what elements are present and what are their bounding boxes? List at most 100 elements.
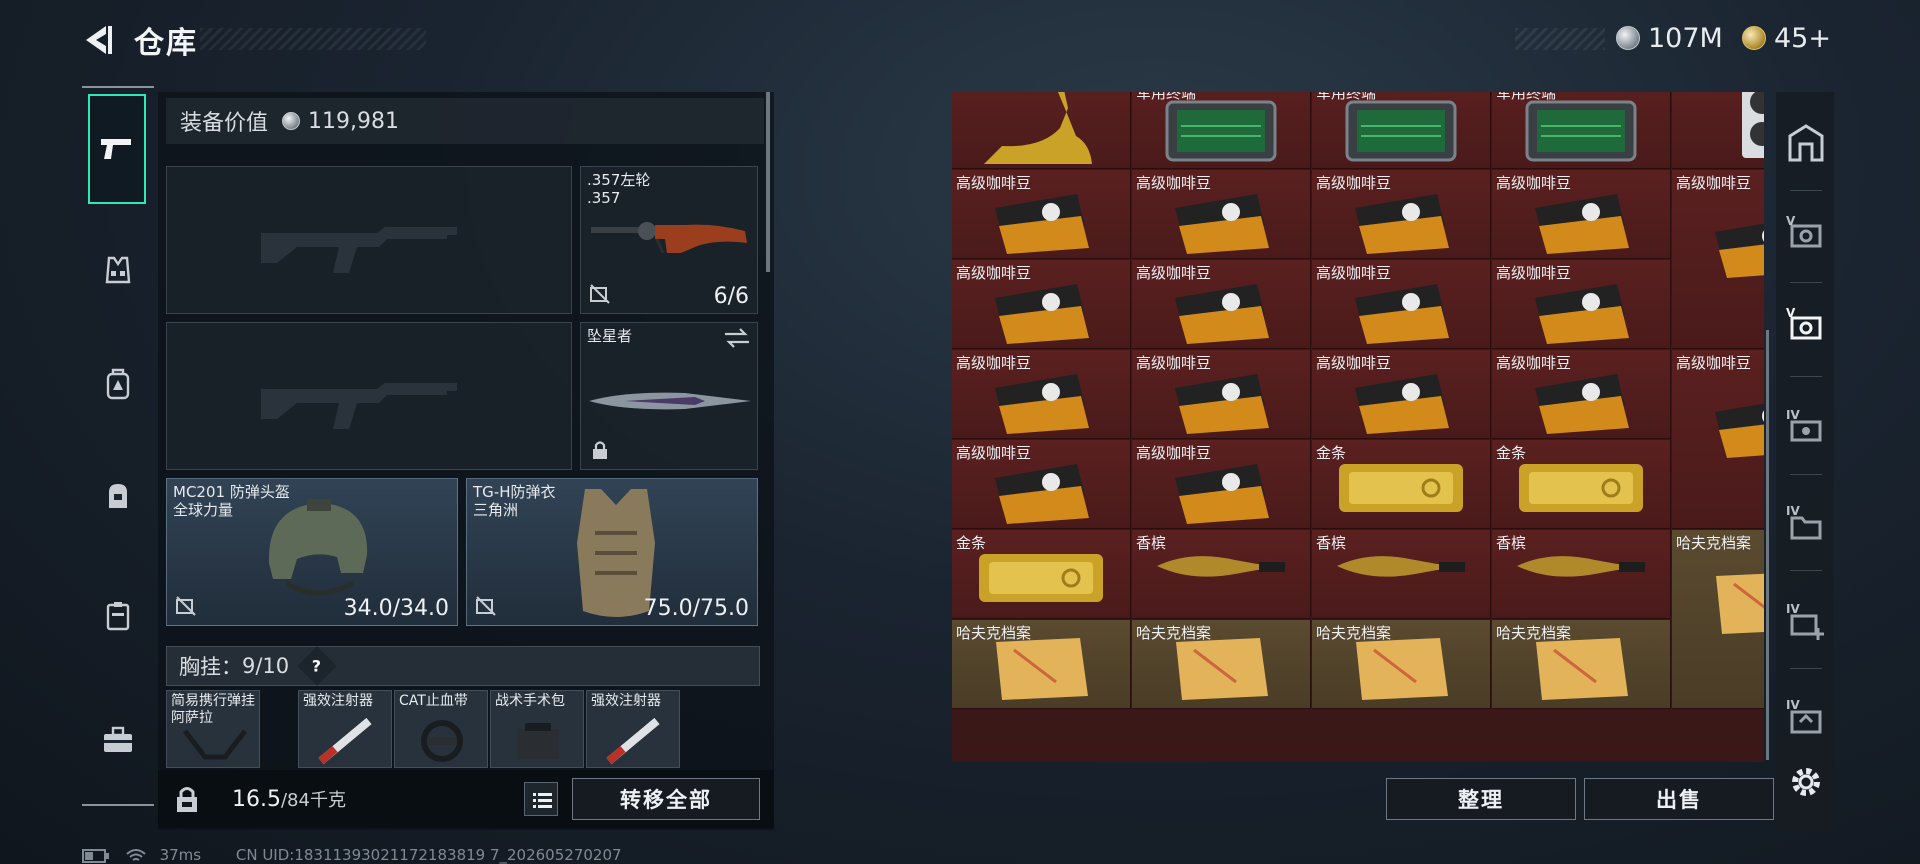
- military-terminal-image: [1165, 100, 1277, 162]
- storage-item[interactable]: 高级咖啡豆: [1132, 440, 1311, 529]
- surgical-kit-image: [517, 723, 559, 759]
- tab-backpack[interactable]: [88, 354, 148, 414]
- item-image: [1132, 96, 1310, 166]
- storage-item[interactable]: [1672, 92, 1764, 169]
- storage-item[interactable]: 香槟: [1492, 530, 1671, 619]
- primary-weapon-slot-1[interactable]: [166, 166, 572, 314]
- weight-max: /84千克: [280, 790, 346, 811]
- item-image: [1492, 366, 1670, 436]
- storage-item[interactable]: 高级咖啡豆: [1492, 170, 1671, 259]
- storage-item[interactable]: 高级咖啡豆: [1672, 170, 1764, 349]
- sidearm-ammo-count: 6/6: [713, 284, 749, 309]
- storage-tier-label: IV: [1786, 602, 1800, 616]
- item-image: [952, 186, 1130, 256]
- storage-item[interactable]: [952, 92, 1131, 169]
- storage-item[interactable]: 哈夫克档案: [1312, 620, 1491, 709]
- storage-item[interactable]: 哈夫克档案: [952, 620, 1131, 709]
- storage-item[interactable]: 高级咖啡豆: [1132, 260, 1311, 349]
- storage-item[interactable]: 金条: [952, 530, 1131, 619]
- item-image: [1312, 456, 1490, 520]
- storage-item[interactable]: 金条: [1492, 440, 1671, 529]
- storage-item[interactable]: 高级咖啡豆: [1492, 260, 1671, 349]
- storage-item[interactable]: 高级咖啡豆: [952, 260, 1131, 349]
- storage-tab-iv-3[interactable]: IV: [1786, 602, 1826, 642]
- storage-item[interactable]: 香槟: [1132, 530, 1311, 619]
- sidearm-slot[interactable]: .357左轮 .357 6/6: [580, 166, 758, 314]
- silver-coin-icon: [282, 112, 301, 130]
- vest-slot-item[interactable]: CAT止血带: [394, 690, 488, 768]
- storage-item[interactable]: 哈夫克档案: [1132, 620, 1311, 709]
- transfer-all-button[interactable]: 转移全部: [572, 778, 760, 820]
- sidearm-name: .357左轮 .357: [587, 171, 650, 207]
- storage-tab-iv-2[interactable]: IV: [1786, 504, 1826, 544]
- coffee-beans-bag-image: [995, 284, 1089, 344]
- syringe-image: [318, 717, 372, 765]
- tab-case[interactable]: [88, 586, 148, 646]
- list-icon: [533, 793, 552, 808]
- gold-currency: 45+: [1742, 20, 1831, 56]
- storage-item[interactable]: 哈夫克档案: [1492, 620, 1671, 709]
- throwing-knife-image: [589, 392, 751, 410]
- storage-item[interactable]: 金条: [1312, 440, 1491, 529]
- equipment-value: 119,981: [308, 108, 399, 134]
- helmet-durability: 34.0/34.0: [343, 596, 449, 621]
- silver-amount: 107M: [1648, 22, 1723, 54]
- storage-item[interactable]: 哈夫克档案: [1672, 530, 1764, 709]
- storage-tab-v-1[interactable]: V: [1786, 214, 1826, 254]
- storage-item[interactable]: 高级咖啡豆: [1132, 350, 1311, 439]
- storage-tab-v-2-active[interactable]: V: [1786, 306, 1826, 346]
- storage-item[interactable]: 高级咖啡豆: [1312, 350, 1491, 439]
- storage-item[interactable]: 高级咖啡豆: [1132, 170, 1311, 259]
- coffee-beans-bag-image: [1535, 374, 1629, 434]
- item-image: [1132, 186, 1310, 256]
- helmet-slot[interactable]: MC201 防弹头盔 全球力量 34.0/34.0: [166, 478, 458, 626]
- storage-item[interactable]: 高级咖啡豆: [1312, 170, 1491, 259]
- storage-item[interactable]: 军用终端: [1132, 92, 1311, 169]
- equipment-scrollbar[interactable]: [766, 92, 770, 272]
- settings-gear-icon[interactable]: [1786, 762, 1826, 802]
- armor-name: TG-H防弹衣 三角洲: [473, 483, 555, 519]
- storage-home-icon[interactable]: [1786, 122, 1826, 162]
- storage-item[interactable]: 高级咖啡豆: [952, 350, 1131, 439]
- storage-item[interactable]: 高级咖啡豆: [1312, 260, 1491, 349]
- storage-tier-label: V: [1786, 306, 1796, 320]
- back-button[interactable]: [78, 20, 118, 60]
- chest-rig-item[interactable]: 简易携行弹挂 阿萨拉: [166, 690, 260, 768]
- storage-item[interactable]: 军用终端: [1312, 92, 1491, 169]
- title-decoration: [200, 28, 426, 50]
- storage-item[interactable]: 香槟: [1312, 530, 1491, 619]
- tab-vest[interactable]: [88, 240, 148, 300]
- vest-slot-item[interactable]: 强效注射器: [298, 690, 392, 768]
- list-view-button[interactable]: [524, 782, 558, 816]
- vest-icon: [105, 256, 131, 284]
- body-armor-slot[interactable]: TG-H防弹衣 三角洲 75.0/75.0: [466, 478, 758, 626]
- storage-item[interactable]: 高级咖啡豆: [952, 440, 1131, 529]
- tab-pouch[interactable]: [88, 466, 148, 526]
- help-button[interactable]: ?: [297, 646, 337, 686]
- no-insure-icon: [476, 596, 496, 616]
- vest-slot-item[interactable]: 战术手术包: [490, 690, 584, 768]
- primary-weapon-slot-2[interactable]: [166, 322, 572, 470]
- tab-weapons[interactable]: [88, 94, 146, 204]
- storage-tab-iv-1[interactable]: IV: [1786, 408, 1826, 448]
- coffee-beans-bag-image: [995, 464, 1089, 524]
- storage-item[interactable]: 军用终端: [1492, 92, 1671, 169]
- organize-button[interactable]: 整理: [1386, 778, 1576, 820]
- storage-item[interactable]: 高级咖啡豆: [952, 170, 1131, 259]
- coffee-beans-bag-image: [1175, 284, 1269, 344]
- tab-toolbox[interactable]: [88, 710, 148, 770]
- item-image: [1132, 456, 1310, 526]
- syringe-image: [606, 717, 660, 765]
- military-terminal-image: [1525, 100, 1637, 162]
- storage-scrollbar[interactable]: [1766, 330, 1769, 760]
- melee-name: 坠星者: [587, 327, 633, 345]
- item-name: 高级咖啡豆: [1676, 354, 1752, 372]
- swap-icon[interactable]: [723, 327, 751, 349]
- sell-button[interactable]: 出售: [1584, 778, 1774, 820]
- chest-rig-header: 胸挂： 9/10 ?: [166, 646, 760, 686]
- storage-item[interactable]: 高级咖啡豆: [1492, 350, 1671, 439]
- melee-slot[interactable]: 坠星者: [580, 322, 758, 470]
- storage-item[interactable]: 高级咖啡豆: [1672, 350, 1764, 529]
- storage-tab-iv-4[interactable]: IV: [1786, 698, 1826, 738]
- vest-slot-item[interactable]: 强效注射器: [586, 690, 680, 768]
